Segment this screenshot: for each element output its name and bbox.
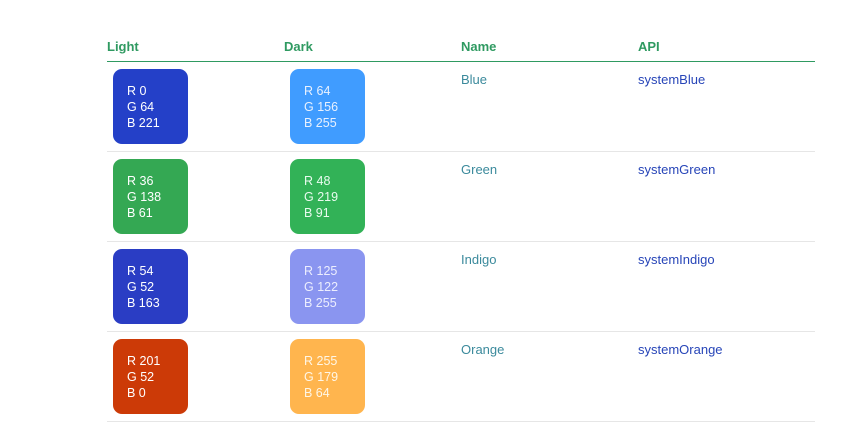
color-name: Indigo (461, 252, 497, 267)
green-value: G 156 (304, 100, 339, 114)
header-api: API (638, 39, 660, 54)
colors-table: Light Dark Name API R 0 G 64 B 221 R 64 … (107, 30, 815, 422)
red-value: R 201 (127, 354, 161, 368)
table-row: R 0 G 64 B 221 R 64 G 156 B 255 Blue sys… (107, 62, 815, 152)
green-value: G 52 (127, 370, 155, 384)
green-value: G 52 (127, 280, 155, 294)
blue-value: B 64 (304, 386, 330, 400)
red-value: R 36 (127, 174, 154, 188)
green-value: G 122 (304, 280, 339, 294)
api-name: systemGreen (638, 162, 716, 177)
dark-color-swatch: R 255 G 179 B 64 (290, 339, 365, 414)
blue-value: B 0 (127, 386, 146, 400)
green-value: G 64 (127, 100, 155, 114)
color-name: Orange (461, 342, 505, 357)
green-value: G 138 (127, 190, 162, 204)
blue-value: B 61 (127, 206, 153, 220)
table-header: Light Dark Name API (107, 30, 815, 62)
header-light: Light (107, 39, 139, 54)
green-value: G 179 (304, 370, 339, 384)
red-value: R 48 (304, 174, 331, 188)
table-row: R 36 G 138 B 61 R 48 G 219 B 91 Green sy… (107, 152, 815, 242)
green-value: G 219 (304, 190, 339, 204)
header-dark: Dark (284, 39, 313, 54)
api-name: systemBlue (638, 72, 706, 87)
blue-value: B 163 (127, 296, 160, 310)
api-name: systemIndigo (638, 252, 715, 267)
blue-value: B 221 (127, 116, 160, 130)
table-row: R 54 G 52 B 163 R 125 G 122 B 255 Indigo… (107, 242, 815, 332)
dark-color-swatch: R 64 G 156 B 255 (290, 69, 365, 144)
dark-color-swatch: R 48 G 219 B 91 (290, 159, 365, 234)
red-value: R 54 (127, 264, 154, 278)
color-name: Green (461, 162, 498, 177)
red-value: R 255 (304, 354, 338, 368)
light-color-swatch: R 54 G 52 B 163 (113, 249, 188, 324)
dark-color-swatch: R 125 G 122 B 255 (290, 249, 365, 324)
light-color-swatch: R 36 G 138 B 61 (113, 159, 188, 234)
header-name: Name (461, 39, 497, 54)
red-value: R 125 (304, 264, 338, 278)
blue-value: B 255 (304, 296, 337, 310)
red-value: R 0 (127, 84, 147, 98)
light-color-swatch: R 201 G 52 B 0 (113, 339, 188, 414)
api-name: systemOrange (638, 342, 723, 357)
blue-value: B 91 (304, 206, 330, 220)
table-row: R 201 G 52 B 0 R 255 G 179 B 64 Orange s… (107, 332, 815, 422)
blue-value: B 255 (304, 116, 337, 130)
color-name: Blue (461, 72, 488, 87)
red-value: R 64 (304, 84, 331, 98)
light-color-swatch: R 0 G 64 B 221 (113, 69, 188, 144)
